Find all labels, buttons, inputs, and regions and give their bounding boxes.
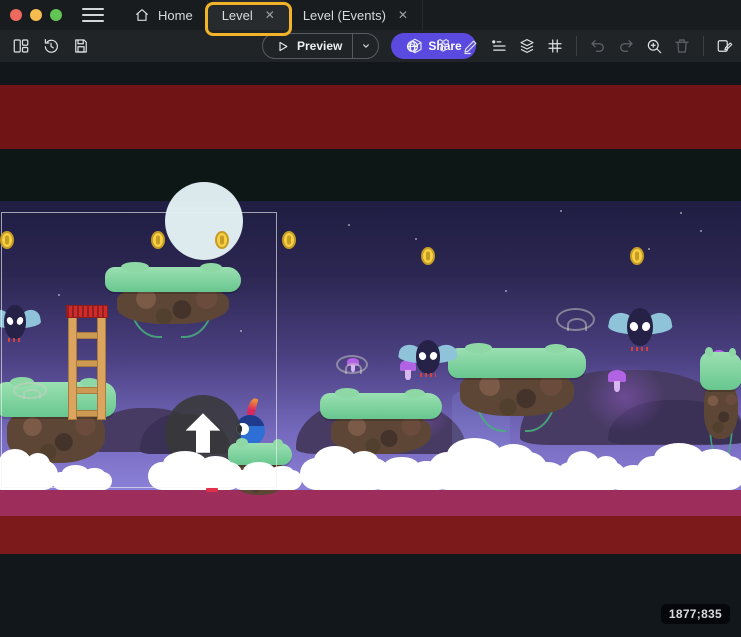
star xyxy=(560,210,562,212)
coin[interactable] xyxy=(151,231,165,249)
redo-icon[interactable] xyxy=(613,33,639,59)
purple-mushroom xyxy=(608,370,626,392)
gdevelop-window: Home Level ✕ Level (Events) ✕ Preview xyxy=(0,0,741,637)
minimize-window-button[interactable] xyxy=(30,9,42,21)
bottom-red-band xyxy=(0,516,741,554)
coin[interactable] xyxy=(282,231,296,249)
preview-button-group: Preview xyxy=(262,33,379,59)
tab-bar: Home Level ✕ Level (Events) ✕ xyxy=(120,0,423,30)
cloud xyxy=(148,462,243,490)
main-menu-icon[interactable] xyxy=(82,8,104,22)
preview-button[interactable]: Preview xyxy=(263,39,352,54)
zoom-window-button[interactable] xyxy=(50,9,62,21)
grid-icon[interactable] xyxy=(542,33,568,59)
moon-light[interactable] xyxy=(165,182,243,260)
pink-ground-band xyxy=(0,490,741,516)
ufo-outline xyxy=(556,308,595,331)
checkpoint-marker xyxy=(206,488,218,492)
home-icon xyxy=(134,7,150,23)
bat-enemy[interactable] xyxy=(611,306,669,348)
preview-label: Preview xyxy=(297,39,342,53)
coin[interactable] xyxy=(630,247,644,265)
star xyxy=(648,248,650,250)
object-groups-icon[interactable] xyxy=(430,33,456,59)
coin[interactable] xyxy=(0,231,14,249)
star xyxy=(700,230,702,232)
star xyxy=(415,238,417,240)
floating-island[interactable] xyxy=(105,267,241,329)
tab-level[interactable]: Level ✕ xyxy=(208,0,289,30)
toolbar-separator xyxy=(576,36,577,56)
coin[interactable] xyxy=(421,247,435,265)
tab-level-events[interactable]: Level (Events) ✕ xyxy=(289,0,423,30)
tab-label: Home xyxy=(158,8,193,23)
close-tab-icon[interactable]: ✕ xyxy=(398,8,408,22)
top-red-band xyxy=(0,85,741,149)
coin[interactable] xyxy=(215,231,229,249)
ladder[interactable] xyxy=(68,305,106,420)
layers-icon[interactable] xyxy=(514,33,540,59)
toolbar-right-group xyxy=(402,33,738,59)
bat-enemy[interactable] xyxy=(0,304,38,340)
cursor-coordinates: 1877;835 xyxy=(661,604,730,624)
close-window-button[interactable] xyxy=(10,9,22,21)
floating-island[interactable] xyxy=(700,352,741,447)
edit-pencil-icon[interactable] xyxy=(458,33,484,59)
cloud xyxy=(0,460,58,490)
panels-icon[interactable] xyxy=(8,33,34,59)
undo-icon[interactable] xyxy=(585,33,611,59)
star xyxy=(240,330,242,332)
floating-island[interactable] xyxy=(448,348,586,422)
save-icon[interactable] xyxy=(68,33,94,59)
star xyxy=(58,294,60,296)
toolbar: Preview Share xyxy=(0,30,741,62)
tab-label: Level xyxy=(222,8,253,23)
tab-label: Level (Events) xyxy=(303,8,386,23)
dark-teal-band xyxy=(0,149,741,201)
star xyxy=(505,290,507,292)
toolbar-separator xyxy=(703,36,704,56)
history-icon[interactable] xyxy=(38,33,64,59)
close-tab-icon[interactable]: ✕ xyxy=(265,8,275,22)
play-icon xyxy=(275,39,290,54)
toolbar-left-group xyxy=(8,33,94,59)
edit-scene-icon[interactable] xyxy=(712,33,738,59)
traffic-lights xyxy=(0,9,76,21)
cloud xyxy=(52,472,112,490)
trash-icon[interactable] xyxy=(669,33,695,59)
chevron-down-icon xyxy=(359,39,373,53)
ufo-outline xyxy=(13,382,47,399)
star xyxy=(680,212,682,214)
cloud xyxy=(636,456,741,490)
preview-dropdown-button[interactable] xyxy=(352,34,378,58)
cloud xyxy=(232,470,302,490)
titlebar: Home Level ✕ Level (Events) ✕ xyxy=(0,0,741,30)
objects-cube-icon[interactable] xyxy=(402,33,428,59)
tab-home[interactable]: Home xyxy=(120,0,208,30)
ufo-outline xyxy=(336,355,368,374)
star xyxy=(348,224,350,226)
scene-editor-canvas[interactable] xyxy=(0,62,741,637)
zoom-in-icon[interactable] xyxy=(641,33,667,59)
instances-list-icon[interactable] xyxy=(486,33,512,59)
bat-enemy[interactable] xyxy=(401,339,455,375)
